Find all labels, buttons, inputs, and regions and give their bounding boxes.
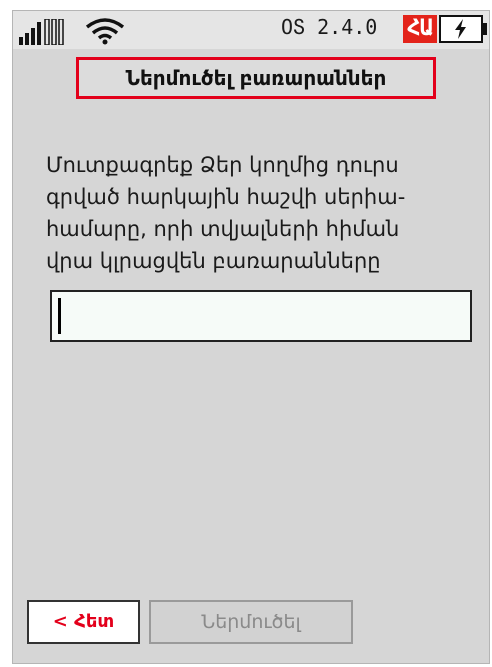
instructions-text: Մուտքագրեք Ձեր կողմից դուրս գրված հարկայ… (46, 153, 406, 273)
page-title-box: Ներմուծել բառարաններ (76, 57, 436, 99)
language-badge[interactable]: ՀԱ (403, 15, 437, 43)
wifi-icon (85, 18, 125, 45)
status-bar: ՕՏ 2.4.0 ՀԱ (13, 11, 489, 49)
battery-charging-icon (439, 15, 487, 43)
bolt-icon (455, 19, 466, 39)
bottom-bar: < Հետ Ներմուծել (13, 596, 489, 663)
import-button[interactable]: Ներմուծել (149, 600, 353, 644)
signal-icon (19, 19, 64, 45)
os-version-label: ՕՏ 2.4.0 (281, 15, 378, 39)
text-caret (58, 298, 61, 334)
serial-number-input[interactable] (50, 290, 472, 342)
page-title: Ներմուծել բառարաններ (125, 66, 387, 90)
device-screen: ՕՏ 2.4.0 ՀԱ Ներմուծել բառարաններ Մուտքագ… (12, 10, 490, 664)
back-button[interactable]: < Հետ (27, 600, 140, 644)
